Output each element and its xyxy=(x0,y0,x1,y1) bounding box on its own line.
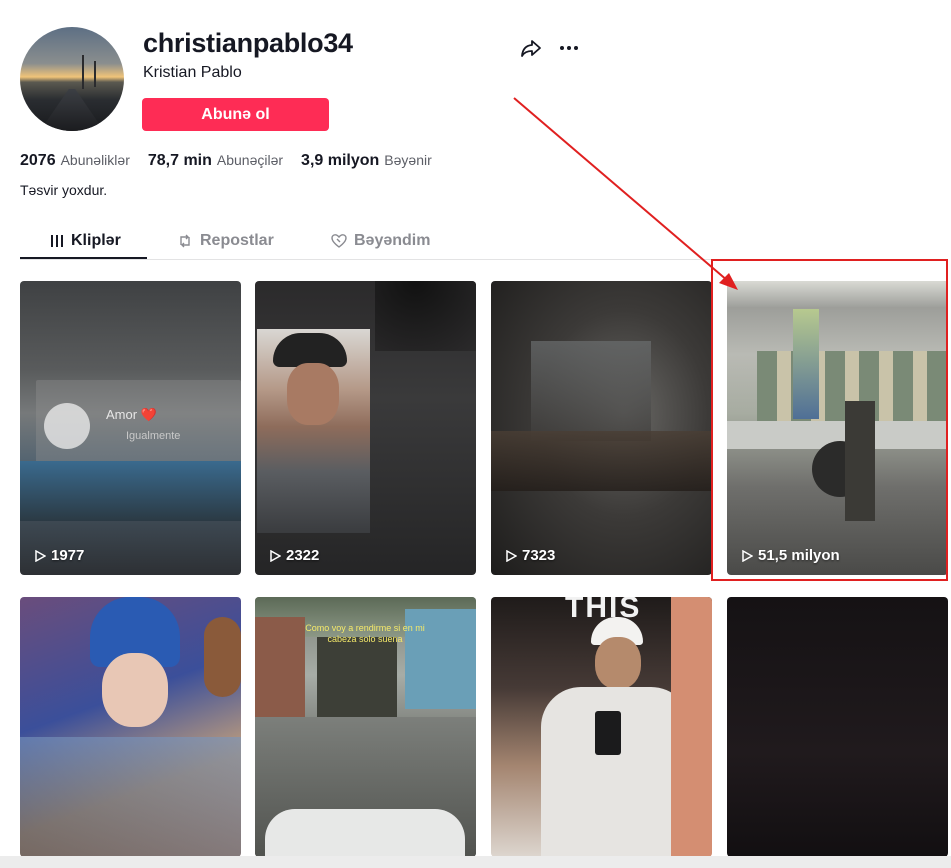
video-card[interactable]: Amor ❤️ Igualmente 1977 xyxy=(20,281,241,575)
bus xyxy=(317,637,397,723)
avatar[interactable] xyxy=(20,27,124,131)
heart-icon xyxy=(331,234,347,248)
play-icon xyxy=(270,549,281,562)
follow-button[interactable]: Abunə ol xyxy=(142,98,329,131)
view-count: 7323 xyxy=(505,547,555,564)
grid-icon xyxy=(51,235,63,247)
overlay-subtext: Igualmente xyxy=(126,430,181,442)
stat-label: Abunəçilər xyxy=(216,152,284,168)
view-count: 2322 xyxy=(269,547,319,564)
play-icon xyxy=(35,549,46,562)
stat-label: Bəyənir xyxy=(384,152,432,168)
tab-reposts[interactable]: Repostlar xyxy=(177,222,274,260)
overlay-text: Como voy a rendirme si en mi cabeza solo… xyxy=(305,623,425,644)
video-inset-image xyxy=(257,329,370,533)
tab-label: Repostlar xyxy=(200,232,274,249)
phone xyxy=(595,711,621,755)
view-count-value: 51,5 milyon xyxy=(758,547,840,564)
video-card[interactable]: 2322 xyxy=(255,281,476,575)
play-icon xyxy=(742,549,753,562)
profile-username: christianpablo34 xyxy=(143,28,353,58)
view-count-value: 2322 xyxy=(286,547,320,564)
video-card[interactable]: Como voy a rendirme si en mi cabeza solo… xyxy=(255,597,476,857)
active-tab-indicator xyxy=(20,257,147,259)
tab-label: Bəyəndim xyxy=(354,232,431,249)
video-card[interactable]: 51,5 milyon xyxy=(727,281,948,575)
profile-tabs: Kliplər Repostlar Bəyəndim xyxy=(20,222,945,260)
bottom-strip xyxy=(0,856,951,868)
video-card[interactable] xyxy=(727,597,948,857)
profile-nickname: Kristian Pablo xyxy=(143,64,242,81)
tab-label: Kliplər xyxy=(71,232,121,249)
view-count-value: 1977 xyxy=(51,547,85,564)
view-count: 51,5 milyon xyxy=(741,547,840,564)
video-card[interactable]: THIS xyxy=(491,597,712,857)
video-card[interactable] xyxy=(20,597,241,857)
view-count: 1977 xyxy=(34,547,84,564)
tab-videos[interactable]: Kliplər xyxy=(50,222,121,260)
stat-likes: 3,9 milyon Bəyənir xyxy=(301,152,432,170)
play-icon xyxy=(506,549,517,562)
overlay-text: Amor ❤️ xyxy=(106,407,157,422)
more-options-icon[interactable] xyxy=(557,36,581,60)
stat-value: 3,9 milyon xyxy=(301,152,380,169)
stat-label: Abunəliklər xyxy=(60,152,130,168)
view-count-value: 7323 xyxy=(522,547,556,564)
tab-liked[interactable]: Bəyəndim xyxy=(331,222,430,260)
profile-stats: 2076 Abunəliklər 78,7 min Abunəçilər 3,9… xyxy=(20,152,450,170)
share-icon[interactable] xyxy=(519,36,543,60)
video-card[interactable]: 7323 xyxy=(491,281,712,575)
stat-value: 78,7 min xyxy=(147,152,212,169)
overlay-avatar xyxy=(44,403,90,449)
stat-value: 2076 xyxy=(20,152,56,169)
worker-figure xyxy=(793,309,819,419)
repost-icon xyxy=(180,234,190,248)
stat-followers[interactable]: 78,7 min Abunəçilər xyxy=(148,152,283,170)
profile-bio: Təsvir yoxdur. xyxy=(20,182,108,198)
stat-following[interactable]: 2076 Abunəliklər xyxy=(20,152,130,170)
